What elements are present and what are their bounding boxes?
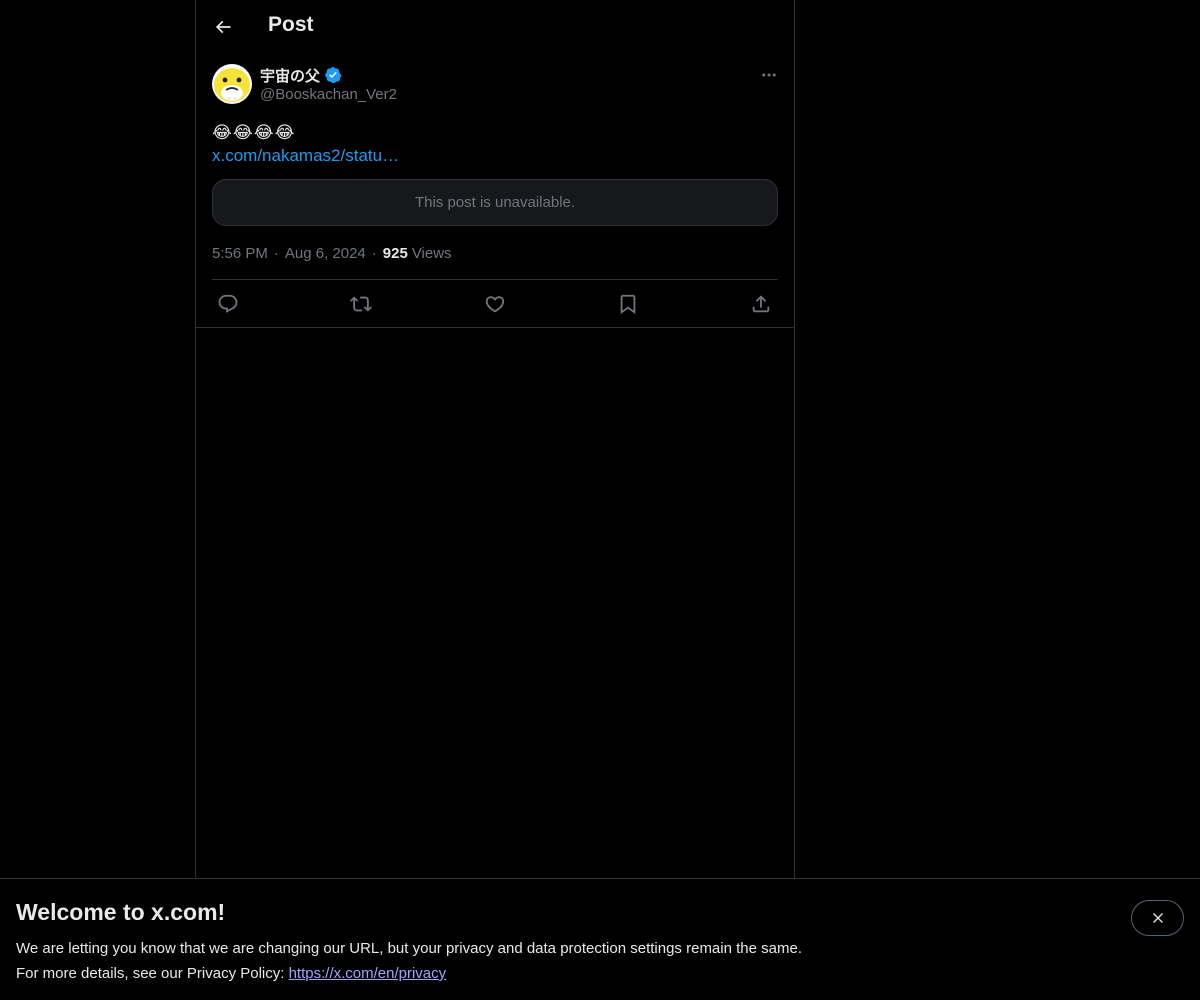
bookmark-button[interactable] [616,292,640,316]
views-count: 925 [382,244,408,262]
close-banner-button[interactable] [1131,900,1184,936]
divider [196,327,794,328]
views-label: Views [411,244,452,262]
banner-line-1: We are letting you know that we are chan… [16,940,802,957]
emoji-laughing: 😂 [274,122,295,142]
repost-button[interactable] [349,292,373,316]
reply-icon [218,294,238,313]
privacy-policy-link[interactable]: https://x.com/en/privacy [289,965,447,982]
bookmark-icon [620,294,636,314]
avatar[interactable] [212,64,252,104]
quoted-post-unavailable: This post is unavailable. [212,179,778,226]
unavailable-text: This post is unavailable. [414,194,576,211]
post-body: 😂 😂 😂 😂 x.com/nakamas2/statu… [212,120,399,167]
banner-title: Welcome to x.com! [16,899,226,925]
emoji-row: 😂 😂 😂 😂 [212,120,399,144]
post-time[interactable]: 5:56 PM [212,245,268,262]
booska-avatar-icon [212,64,252,104]
url-change-banner: Welcome to x.com! We are letting you kno… [0,878,1200,1000]
post-column: Post 宇宙の父 @Booskachan_Ver2 😂 😂 😂 😂 x.com… [195,0,795,880]
like-button[interactable] [483,292,507,316]
emoji-laughing: 😂 [232,122,253,142]
more-options-button[interactable] [754,64,784,86]
more-horizontal-icon [762,73,776,77]
post-date[interactable]: Aug 6, 2024 [285,245,366,262]
banner-text: We are letting you know that we are chan… [16,936,802,986]
action-bar [212,279,778,327]
share-icon [752,294,770,312]
back-button[interactable] [204,8,242,46]
page-title: Post [268,13,314,36]
heart-icon [485,295,504,312]
display-name[interactable]: 宇宙の父 [260,65,320,86]
emoji-laughing: 😂 [212,122,232,142]
banner-line-2-prefix: For more details, see our Privacy Policy… [16,965,289,982]
arrow-left-icon [215,20,231,34]
author-handle[interactable]: @Booskachan_Ver2 [260,86,397,103]
emoji-laughing: 😂 [253,122,274,142]
repost-icon [350,296,373,311]
verified-badge-icon[interactable] [324,66,342,84]
meta-separator: · [371,244,377,262]
close-icon [1152,913,1163,923]
post-link[interactable]: x.com/nakamas2/statu… [212,144,399,167]
user-name-row[interactable]: 宇宙の父 [260,65,342,85]
top-bar: Post [196,0,794,53]
banner-line-2: For more details, see our Privacy Policy… [16,961,802,986]
reply-button[interactable] [216,292,240,316]
share-button[interactable] [749,292,773,316]
post-meta: 5:56 PM · Aug 6, 2024 · 925 Views [212,243,452,263]
meta-separator: · [273,244,279,262]
